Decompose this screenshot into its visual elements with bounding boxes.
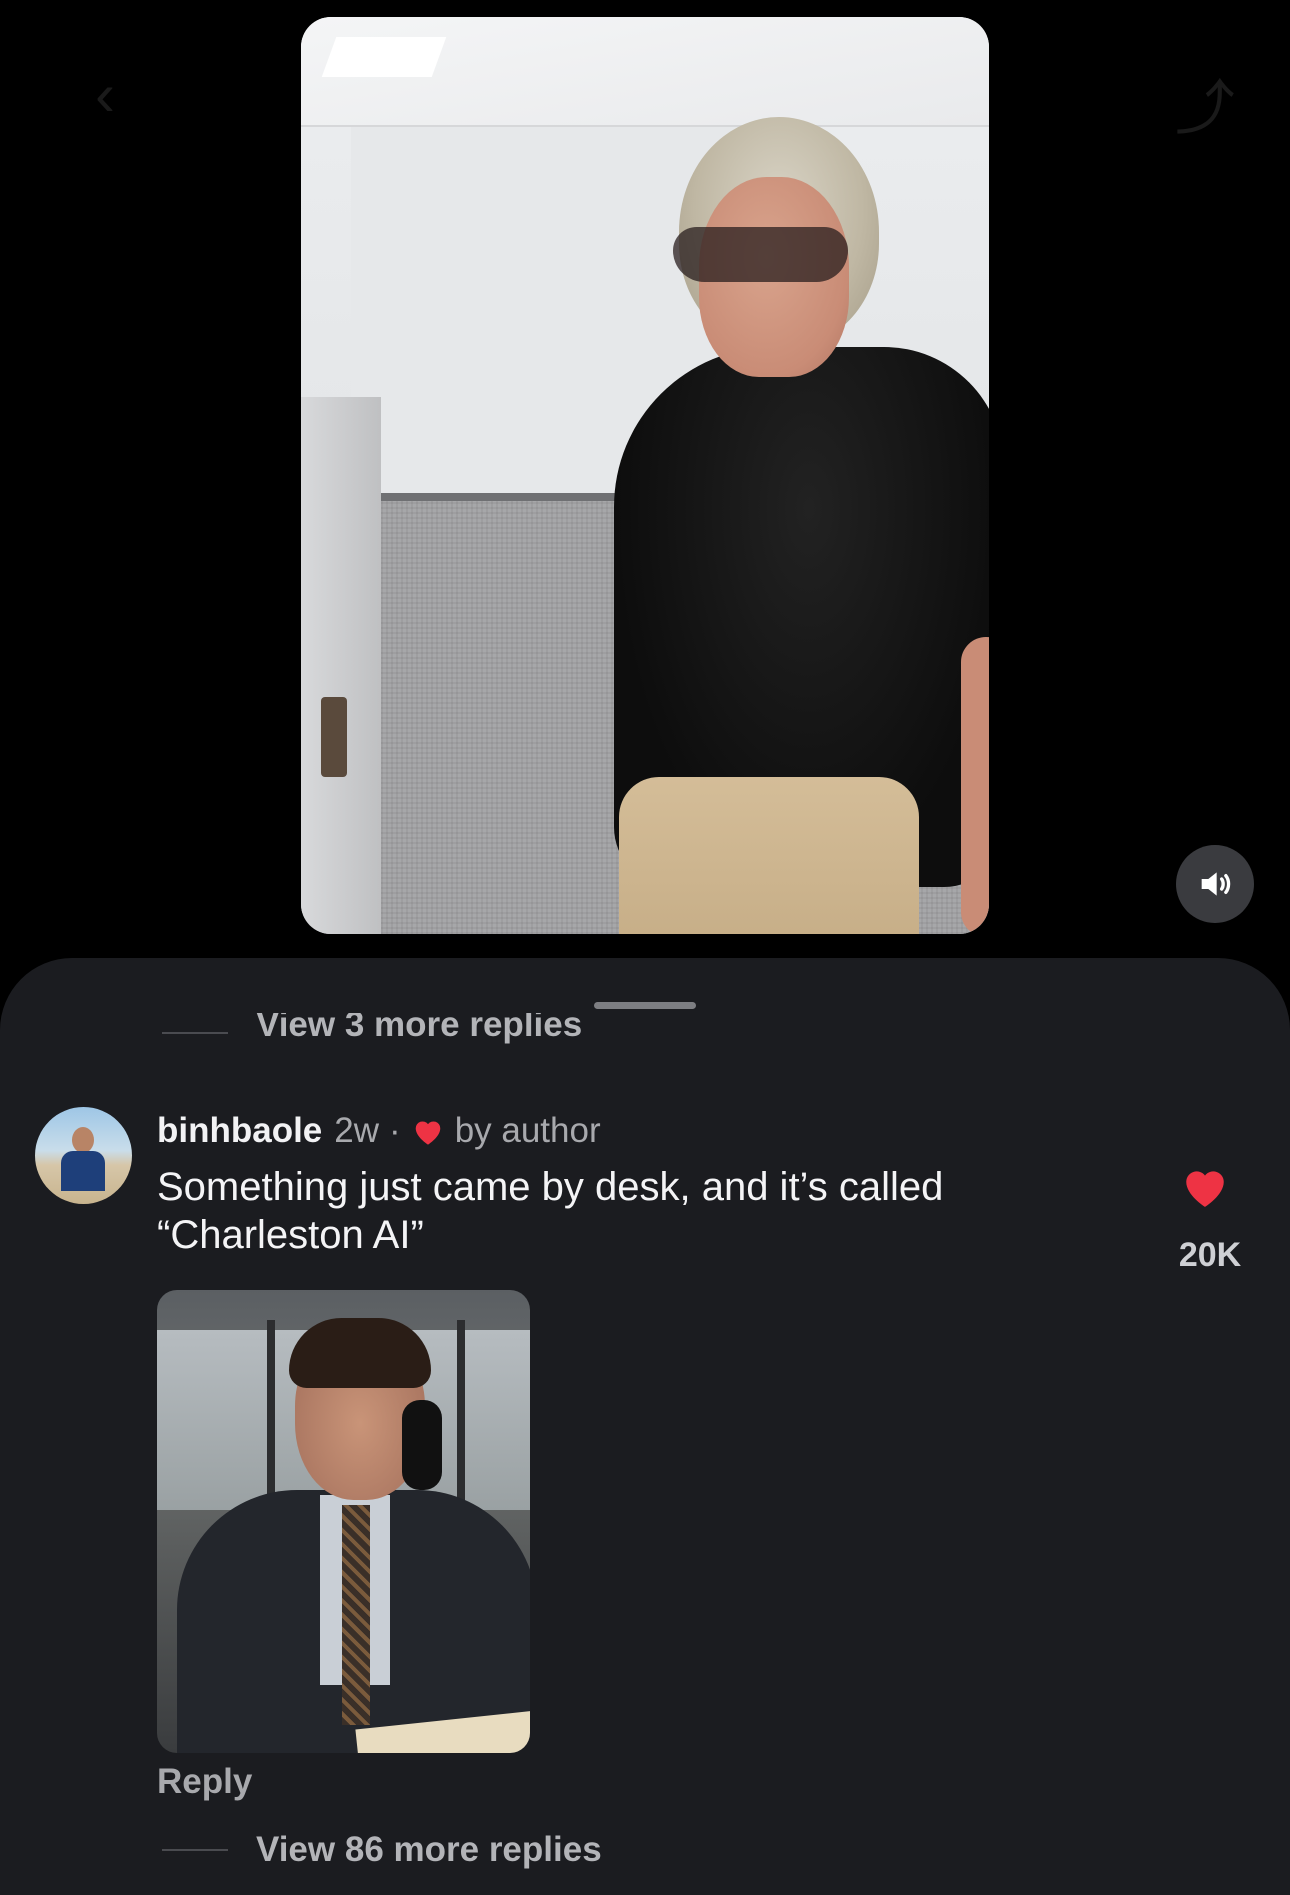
heart-icon — [415, 1121, 440, 1145]
view-more-replies-label[interactable]: View 3 more replies — [256, 1013, 582, 1045]
video-scene-light — [321, 37, 447, 77]
sheet-drag-handle[interactable] — [594, 1002, 696, 1009]
video-scene-door — [301, 397, 381, 934]
gif-window-frame — [267, 1320, 275, 1520]
video-player[interactable] — [301, 17, 989, 934]
view-more-replies-bottom[interactable]: View 86 more replies — [162, 1828, 602, 1872]
screen: ‹ ⤴ View 3 more replies binhbaole 2w · b… — [0, 0, 1290, 1895]
comment-time: 2w — [334, 1111, 380, 1150]
gif-person-hair — [289, 1318, 431, 1388]
comment-meta: binhbaole 2w · by author — [157, 1111, 601, 1151]
liked-by-author-label: by author — [454, 1111, 601, 1150]
replies-divider — [162, 1849, 228, 1851]
share-icon[interactable]: ⤴ — [1175, 60, 1235, 147]
comment-gif[interactable] — [157, 1290, 530, 1753]
video-person-glasses — [673, 227, 848, 282]
comment-text: Something just came by desk, and it’s ca… — [157, 1165, 944, 1257]
sound-toggle-button[interactable] — [1176, 845, 1254, 923]
gif-person-tie — [342, 1505, 370, 1725]
video-scene-ceiling — [301, 17, 989, 127]
avatar-head — [72, 1127, 94, 1153]
speaker-on-icon — [1201, 872, 1231, 896]
like-button[interactable] — [1180, 1163, 1230, 1214]
comment-username[interactable]: binhbaole — [157, 1111, 322, 1151]
replies-divider — [162, 1032, 228, 1034]
reply-button[interactable]: Reply — [157, 1762, 252, 1802]
avatar-body — [61, 1151, 105, 1191]
avatar[interactable] — [35, 1107, 132, 1204]
comments-sheet: View 3 more replies binhbaole 2w · by au… — [0, 958, 1290, 1895]
meta-separator: · — [389, 1111, 401, 1150]
back-icon[interactable]: ‹ — [95, 60, 115, 129]
view-more-replies-top[interactable]: View 3 more replies — [162, 1013, 582, 1053]
heart-icon — [1186, 1171, 1224, 1207]
video-person-pants — [619, 777, 919, 934]
view-more-replies-label[interactable]: View 86 more replies — [256, 1830, 602, 1870]
video-person-arm — [961, 637, 989, 934]
gif-window-frame — [457, 1320, 465, 1520]
like-count: 20K — [1178, 1236, 1242, 1274]
gif-phone — [402, 1400, 442, 1490]
video-scene-door-latch — [321, 697, 347, 777]
